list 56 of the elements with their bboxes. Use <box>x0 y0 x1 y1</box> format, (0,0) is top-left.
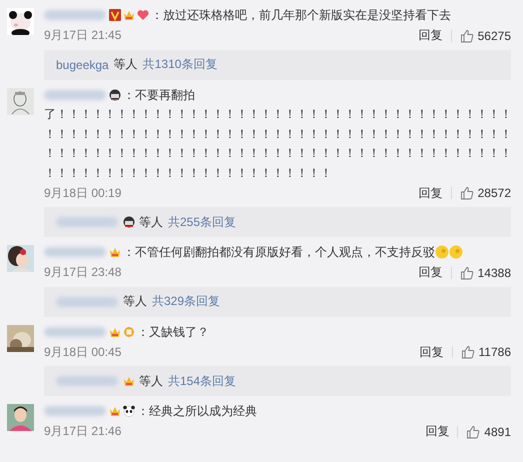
reply-count-link[interactable]: 共1310条回复 <box>142 56 218 73</box>
like-button[interactable]: 4891 <box>466 424 511 438</box>
others-label: 等人 <box>139 372 163 390</box>
timestamp: 9月17日 21:46 <box>44 423 122 440</box>
crown-icon <box>123 375 135 387</box>
thumbs-up-icon <box>460 186 474 200</box>
mask-icon <box>109 88 121 100</box>
comment-text: 了！！！！！！！！！！！！！！！！！！！！！！！！！！！！！！！！！！！！！！！！！！！！！！！！！！！！！！！！！！！！！！！！！！！！！！！！！！！！！！！！！！！！！！！！！！！！！！！！！！！！！！！！！！！！！！！！！！！！！！！！！！！！！！！！！！！！！！！！！！！！ <box>44 106 512 182</box>
blurred-name <box>56 296 118 306</box>
timestamp: 9月17日 23:48 <box>44 264 122 281</box>
blurred-name <box>44 326 106 336</box>
others-label: 等人 <box>123 293 147 310</box>
others-label: 等人 <box>114 56 138 73</box>
thumbs-up-icon <box>460 28 474 42</box>
like-button[interactable]: 56275 <box>460 28 511 42</box>
heart-icon <box>137 9 149 21</box>
blurred-name <box>56 217 118 227</box>
crown-icon <box>109 326 121 338</box>
reply-link[interactable]: 回复 <box>425 423 450 440</box>
panda-icon <box>123 405 135 417</box>
medal-icon <box>123 326 135 338</box>
crown-icon <box>109 246 121 258</box>
thumbs-up-icon <box>460 345 475 359</box>
crown-icon <box>123 9 135 21</box>
blurred-name <box>44 247 106 257</box>
timestamp: 9月18日 00:45 <box>44 344 122 360</box>
like-button[interactable]: 11786 <box>460 345 511 359</box>
emoji-icon <box>435 245 449 259</box>
comment-text: ：又缺钱了？ <box>137 324 209 338</box>
thumbs-up-icon <box>466 424 480 438</box>
reply-count-link[interactable]: 共154条回复 <box>168 372 236 390</box>
verified-icon <box>109 9 121 21</box>
username: bugeekga <box>56 58 109 72</box>
mask-icon <box>123 216 135 228</box>
comment-text: ：经典之所以成为经典 <box>137 404 257 418</box>
reply-count-link[interactable]: 共255条回复 <box>168 214 236 230</box>
blurred-name <box>56 376 118 386</box>
reply-link[interactable]: 回复 <box>418 27 443 44</box>
like-button[interactable]: 14388 <box>460 266 511 280</box>
crown-icon <box>109 405 121 417</box>
reply-count-link[interactable]: 共329条回复 <box>152 293 220 310</box>
timestamp: 9月18日 00:19 <box>44 184 122 202</box>
emoji-icon <box>449 245 463 259</box>
comment-text: ：放过还珠格格吧，前几年那个新版实在是没坚持看下去 <box>151 8 451 22</box>
others-label: 等人 <box>139 214 163 230</box>
timestamp: 9月17日 21:45 <box>44 27 122 44</box>
thumbs-up-icon <box>460 266 474 280</box>
reply-link[interactable]: 回复 <box>418 184 443 202</box>
blurred-name <box>44 406 106 416</box>
reply-link[interactable]: 回复 <box>420 344 444 360</box>
comment-text: ：不要再翻拍 <box>123 88 195 102</box>
reply-link[interactable]: 回复 <box>418 264 443 281</box>
blurred-name <box>44 10 106 20</box>
like-button[interactable]: 28572 <box>460 186 511 200</box>
blurred-name <box>44 90 106 100</box>
comment-text: ：不管任何剧翻拍都没有原版好看，个人观点，不支持反驳 <box>123 245 435 259</box>
